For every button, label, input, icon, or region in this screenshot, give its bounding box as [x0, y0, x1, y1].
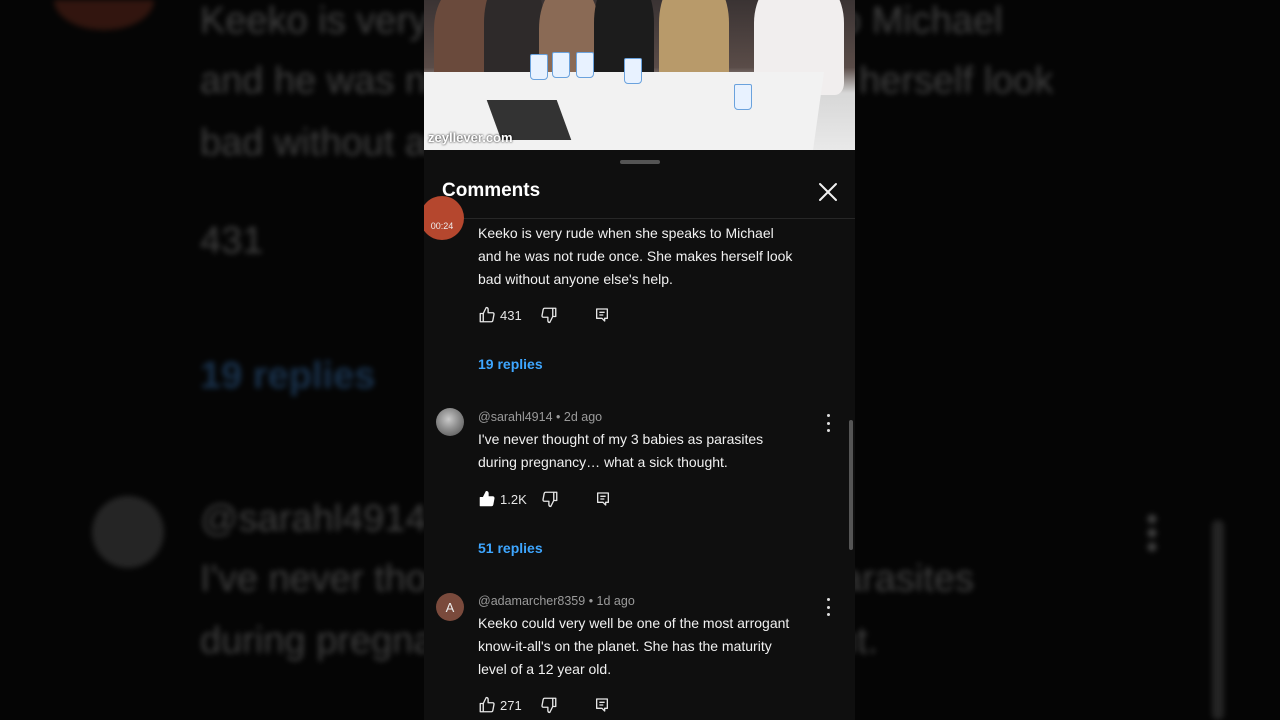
- phone-screen: zeyllever.com Comments 00:24 Keeko is ve…: [424, 0, 855, 720]
- comment-line: know-it-all's on the planet. She has the…: [478, 638, 772, 654]
- comment-line: Keeko is very rude when she speaks to Mi…: [478, 225, 774, 241]
- reply-button[interactable]: [594, 307, 610, 323]
- comment-actions: 431: [478, 305, 610, 325]
- video-watermark: zeyllever.com: [428, 130, 513, 145]
- comment-line: during pregnancy… what a sick thought.: [478, 454, 728, 470]
- background-avatar: [54, 0, 154, 30]
- reply-icon: [595, 698, 608, 712]
- comments-title: Comments: [442, 180, 541, 201]
- background-scrollbar: [1212, 520, 1224, 720]
- video-player[interactable]: zeyllever.com: [424, 0, 855, 150]
- avatar[interactable]: 00:24: [424, 196, 464, 240]
- comments-sheet: Comments 00:24 Keeko is very rude when s…: [424, 150, 855, 720]
- dislike-button[interactable]: [541, 490, 559, 508]
- reply-button[interactable]: [595, 491, 611, 507]
- background-author: @sarahl4914: [200, 498, 427, 540]
- video-cup: [576, 52, 594, 78]
- like-count: 431: [500, 307, 522, 323]
- background-like-count: 431: [200, 220, 264, 262]
- like-count: 1.2K: [500, 491, 527, 507]
- background-avatar: [92, 496, 164, 568]
- background-replies-link: 19 replies: [200, 355, 376, 397]
- comment-text: I've never thought of my 3 babies as par…: [478, 428, 828, 474]
- comment-text: Keeko could very well be one of the most…: [478, 612, 828, 681]
- dislike-button[interactable]: [540, 306, 558, 324]
- view-replies-link[interactable]: 19 replies: [478, 356, 543, 372]
- comment-time: 1d ago: [596, 594, 635, 608]
- comment-actions: 1.2K: [478, 489, 611, 509]
- comment-line: Keeko could very well be one of the most…: [478, 615, 790, 631]
- background-more-icon: [1146, 512, 1158, 552]
- comment-text: Keeko is very rude when she speaks to Mi…: [478, 222, 828, 291]
- view-replies-link[interactable]: 51 replies: [478, 540, 543, 556]
- thumbs-up-filled-icon: [479, 490, 495, 507]
- avatar-letter: A: [445, 599, 455, 615]
- comment-line: I've never thought of my 3 babies as par…: [478, 431, 764, 447]
- avatar-badge: 00:24: [430, 221, 454, 231]
- drag-handle[interactable]: [620, 160, 660, 164]
- like-button[interactable]: 271: [478, 696, 522, 714]
- comment-actions: 271: [478, 695, 610, 715]
- comment-meta: @sarahl4914 • 2d ago: [478, 410, 603, 424]
- comment-meta: @adamarcher8359 • 1d ago: [478, 594, 635, 608]
- comment-line: and he was not rude once. She makes hers…: [478, 248, 793, 264]
- comment-author[interactable]: @sarahl4914: [478, 410, 553, 424]
- like-button[interactable]: 1.2K: [478, 490, 527, 508]
- dislike-button[interactable]: [540, 696, 558, 714]
- video-cup: [552, 52, 570, 78]
- thumbs-down-icon: [541, 697, 557, 714]
- header-divider: [424, 218, 855, 219]
- avatar[interactable]: [436, 408, 464, 436]
- like-count: 271: [500, 697, 522, 713]
- close-button[interactable]: [816, 180, 840, 204]
- reply-icon: [596, 492, 609, 506]
- reply-icon: [595, 308, 608, 322]
- comment-author[interactable]: @adamarcher8359: [478, 594, 585, 608]
- like-button[interactable]: 431: [478, 306, 522, 324]
- comment-line: level of a 12 year old.: [478, 661, 612, 677]
- video-cup: [734, 84, 752, 110]
- video-cup: [530, 54, 548, 80]
- close-icon: [819, 183, 837, 201]
- comment-time: 2d ago: [563, 410, 603, 424]
- avatar[interactable]: A: [436, 593, 464, 621]
- scrollbar[interactable]: [849, 420, 853, 550]
- thumbs-down-icon: [541, 307, 557, 324]
- comment-line: bad without anyone else's help.: [478, 271, 673, 287]
- thumbs-up-icon: [479, 696, 495, 713]
- video-cup: [624, 58, 642, 84]
- thumbs-up-icon: [479, 306, 495, 323]
- thumbs-down-icon: [542, 491, 558, 508]
- reply-button[interactable]: [594, 697, 610, 713]
